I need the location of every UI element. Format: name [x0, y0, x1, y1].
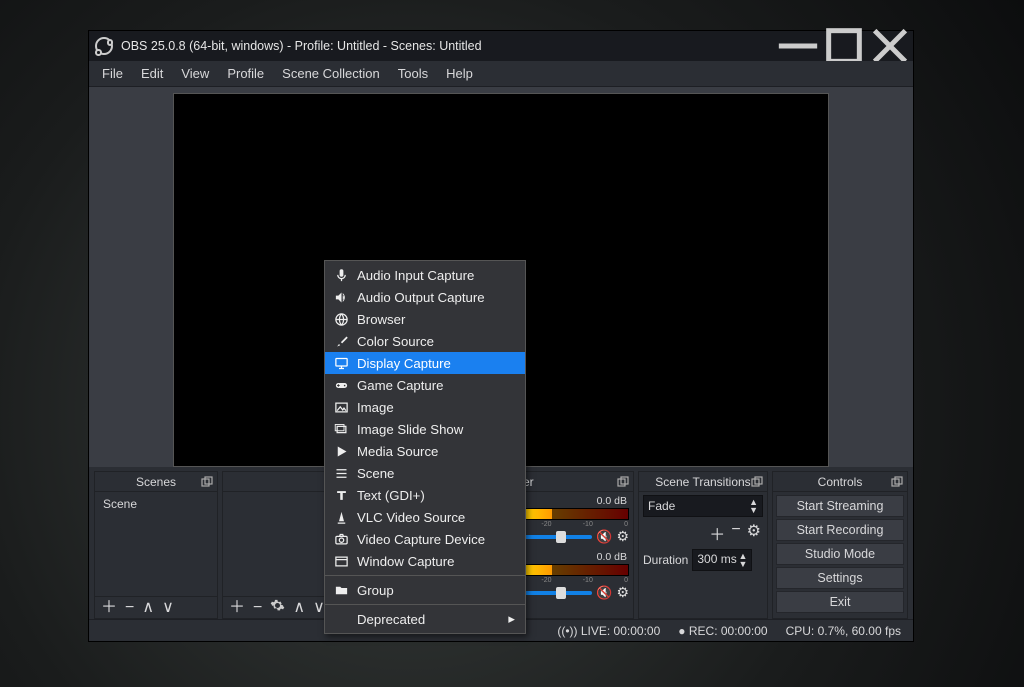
duration-value: 300 ms: [697, 552, 736, 568]
transitions-title: Scene Transitions: [655, 475, 750, 489]
popout-icon[interactable]: [891, 476, 903, 488]
monitor-icon: [333, 356, 349, 371]
transition-selected: Fade: [648, 499, 675, 513]
scenes-toolbar: ＋ − ∧ ∨: [95, 596, 217, 618]
window-title: OBS 25.0.8 (64-bit, windows) - Profile: …: [121, 39, 775, 53]
ctx-image[interactable]: Image: [325, 396, 525, 418]
add-source-context-menu: Audio Input Capture Audio Output Capture…: [324, 260, 526, 634]
mute-icon[interactable]: 🔇: [596, 529, 612, 545]
chevron-updown-icon: ▲▼: [738, 552, 747, 568]
studio-mode-button[interactable]: Studio Mode: [776, 543, 904, 565]
menu-profile[interactable]: Profile: [218, 63, 273, 84]
ctx-audio-input-capture[interactable]: Audio Input Capture: [325, 264, 525, 286]
ctx-audio-output-capture[interactable]: Audio Output Capture: [325, 286, 525, 308]
scene-up-button[interactable]: ∧: [142, 600, 154, 616]
controls-dock: Controls Start Streaming Start Recording…: [772, 471, 908, 619]
rec-status: ● REC: 00:00:00: [678, 624, 767, 638]
close-button[interactable]: [867, 31, 913, 61]
menu-scene-collection[interactable]: Scene Collection: [273, 63, 389, 84]
source-settings-button[interactable]: [270, 598, 285, 617]
channel-db: 0.0 dB: [597, 495, 627, 507]
play-icon: [333, 444, 349, 459]
folder-icon: [333, 583, 349, 598]
popout-icon[interactable]: [617, 476, 629, 488]
popout-icon[interactable]: [751, 476, 763, 488]
menu-tools[interactable]: Tools: [389, 63, 437, 84]
image-icon: [333, 400, 349, 415]
submenu-arrow-icon: ▸: [508, 611, 515, 627]
remove-scene-button[interactable]: −: [125, 600, 134, 616]
ctx-deprecated[interactable]: Deprecated▸: [325, 608, 525, 630]
cpu-status: CPU: 0.7%, 60.00 fps: [786, 624, 901, 638]
scenes-list[interactable]: Scene: [99, 495, 213, 593]
menu-edit[interactable]: Edit: [132, 63, 172, 84]
record-dot-icon: ●: [678, 624, 685, 638]
gamepad-icon: [333, 378, 349, 393]
remove-source-button[interactable]: −: [253, 600, 262, 616]
slideshow-icon: [333, 422, 349, 437]
start-streaming-button[interactable]: Start Streaming: [776, 495, 904, 517]
scenes-title: Scenes: [136, 475, 176, 489]
menu-separator: [325, 575, 525, 576]
scene-item[interactable]: Scene: [99, 495, 213, 513]
scene-down-button[interactable]: ∨: [162, 600, 174, 616]
menu-file[interactable]: File: [93, 63, 132, 84]
list-icon: [333, 466, 349, 481]
camera-icon: [333, 532, 349, 547]
ctx-text-gdi[interactable]: Text (GDI+): [325, 484, 525, 506]
broadcast-icon: ((•)): [557, 624, 577, 638]
start-recording-button[interactable]: Start Recording: [776, 519, 904, 541]
channel-db: 0.0 dB: [597, 551, 627, 563]
maximize-button[interactable]: [821, 31, 867, 61]
chevron-updown-icon: ▲▼: [749, 498, 758, 514]
ctx-media-source[interactable]: Media Source: [325, 440, 525, 462]
duration-input[interactable]: 300 ms ▲▼: [692, 549, 752, 571]
ctx-video-capture-device[interactable]: Video Capture Device: [325, 528, 525, 550]
brush-icon: [333, 334, 349, 349]
transition-settings-button[interactable]: ⚙: [747, 521, 761, 545]
window-icon: [333, 554, 349, 569]
exit-button[interactable]: Exit: [776, 591, 904, 613]
ctx-vlc-video-source[interactable]: VLC Video Source: [325, 506, 525, 528]
mute-icon[interactable]: 🔇: [596, 585, 612, 601]
add-scene-button[interactable]: ＋: [101, 600, 117, 616]
controls-title: Controls: [818, 475, 863, 489]
ctx-window-capture[interactable]: Window Capture: [325, 550, 525, 572]
channel-settings-icon[interactable]: ⚙: [616, 584, 629, 601]
menu-separator: [325, 604, 525, 605]
ctx-browser[interactable]: Browser: [325, 308, 525, 330]
minimize-button[interactable]: [775, 31, 821, 61]
channel-settings-icon[interactable]: ⚙: [616, 528, 629, 545]
text-icon: [333, 488, 349, 503]
add-source-button[interactable]: ＋: [229, 600, 245, 616]
ctx-group[interactable]: Group: [325, 579, 525, 601]
source-up-button[interactable]: ∧: [293, 600, 305, 616]
titlebar: OBS 25.0.8 (64-bit, windows) - Profile: …: [89, 31, 913, 61]
scenes-dock: Scenes Scene ＋ − ∧ ∨: [94, 471, 218, 619]
globe-icon: [333, 312, 349, 327]
menubar: File Edit View Profile Scene Collection …: [89, 61, 913, 87]
mic-icon: [333, 268, 349, 283]
menu-view[interactable]: View: [172, 63, 218, 84]
cone-icon: [333, 510, 349, 525]
scene-transitions-dock: Scene Transitions Fade ▲▼ ＋ − ⚙ Duration: [638, 471, 768, 619]
ctx-scene[interactable]: Scene: [325, 462, 525, 484]
ctx-game-capture[interactable]: Game Capture: [325, 374, 525, 396]
add-transition-button[interactable]: ＋: [709, 521, 725, 545]
remove-transition-button[interactable]: −: [731, 521, 740, 545]
obs-logo-icon: [95, 37, 113, 55]
settings-button[interactable]: Settings: [776, 567, 904, 589]
popout-icon[interactable]: [201, 476, 213, 488]
ctx-image-slide-show[interactable]: Image Slide Show: [325, 418, 525, 440]
transition-select[interactable]: Fade ▲▼: [643, 495, 763, 517]
ctx-color-source[interactable]: Color Source: [325, 330, 525, 352]
speaker-icon: [333, 290, 349, 305]
menu-help[interactable]: Help: [437, 63, 482, 84]
live-status: ((•)) LIVE: 00:00:00: [557, 624, 660, 638]
duration-label: Duration: [643, 553, 688, 567]
ctx-display-capture[interactable]: Display Capture: [325, 352, 525, 374]
